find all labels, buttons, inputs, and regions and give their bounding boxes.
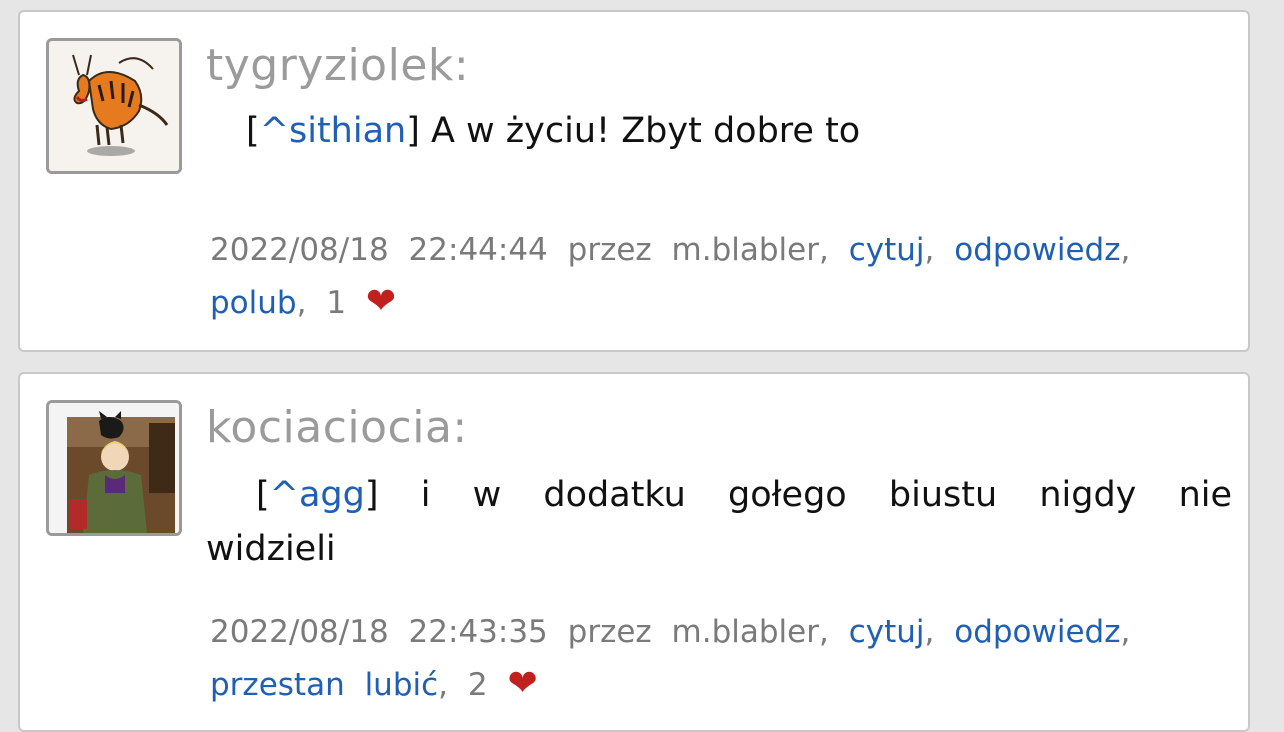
heart-icon: ❤ xyxy=(365,281,397,322)
reply-link[interactable]: odpowiedz xyxy=(954,232,1120,268)
post-source: przez m.blabler, xyxy=(567,614,829,650)
post-time: 22:44:44 xyxy=(408,232,548,268)
heart-icon: ❤ xyxy=(507,663,538,704)
post-meta: 2022/08/18 22:44:44 przez m.blabler, cyt… xyxy=(210,232,1131,322)
post-card: tygryziolek: [^sithian] A w życiu! Zbyt … xyxy=(18,10,1250,352)
post-message: [^sithian] A w życiu! Zbyt dobre to xyxy=(246,111,861,151)
post-source: przez m.blabler, xyxy=(567,232,829,268)
post-date: 2022/08/18 xyxy=(210,232,389,268)
like-count: 2 xyxy=(467,667,488,703)
post-time: 22:43:35 xyxy=(408,614,548,650)
like-count: 1 xyxy=(326,285,347,321)
reply-link[interactable]: odpowiedz xyxy=(954,614,1120,650)
post-author[interactable]: tygryziolek: xyxy=(206,38,469,94)
person-with-cat-avatar-icon[interactable] xyxy=(46,400,182,536)
quote-link[interactable]: cytuj xyxy=(849,232,925,268)
quote-link[interactable]: cytuj xyxy=(849,614,925,650)
post-author[interactable]: kociaciocia: xyxy=(206,400,468,456)
unlike-link[interactable]: przestan lubić xyxy=(210,667,438,703)
post-message: [^agg] i w dodatku gołego biustu nigdy n… xyxy=(206,475,1233,569)
like-link[interactable]: polub xyxy=(210,285,297,321)
tiger-avatar-icon[interactable] xyxy=(46,38,182,174)
post-meta: 2022/08/18 22:43:35 przez m.blabler, cyt… xyxy=(210,614,1131,704)
post-card: kociaciocia: [^agg] i w dodatku gołego b… xyxy=(18,372,1250,732)
message-text: A w życiu! Zbyt dobre to xyxy=(430,111,861,151)
post-date: 2022/08/18 xyxy=(210,614,389,650)
reply-to-link[interactable]: ^agg xyxy=(270,475,365,515)
reply-to-link[interactable]: ^sithian xyxy=(260,111,407,151)
